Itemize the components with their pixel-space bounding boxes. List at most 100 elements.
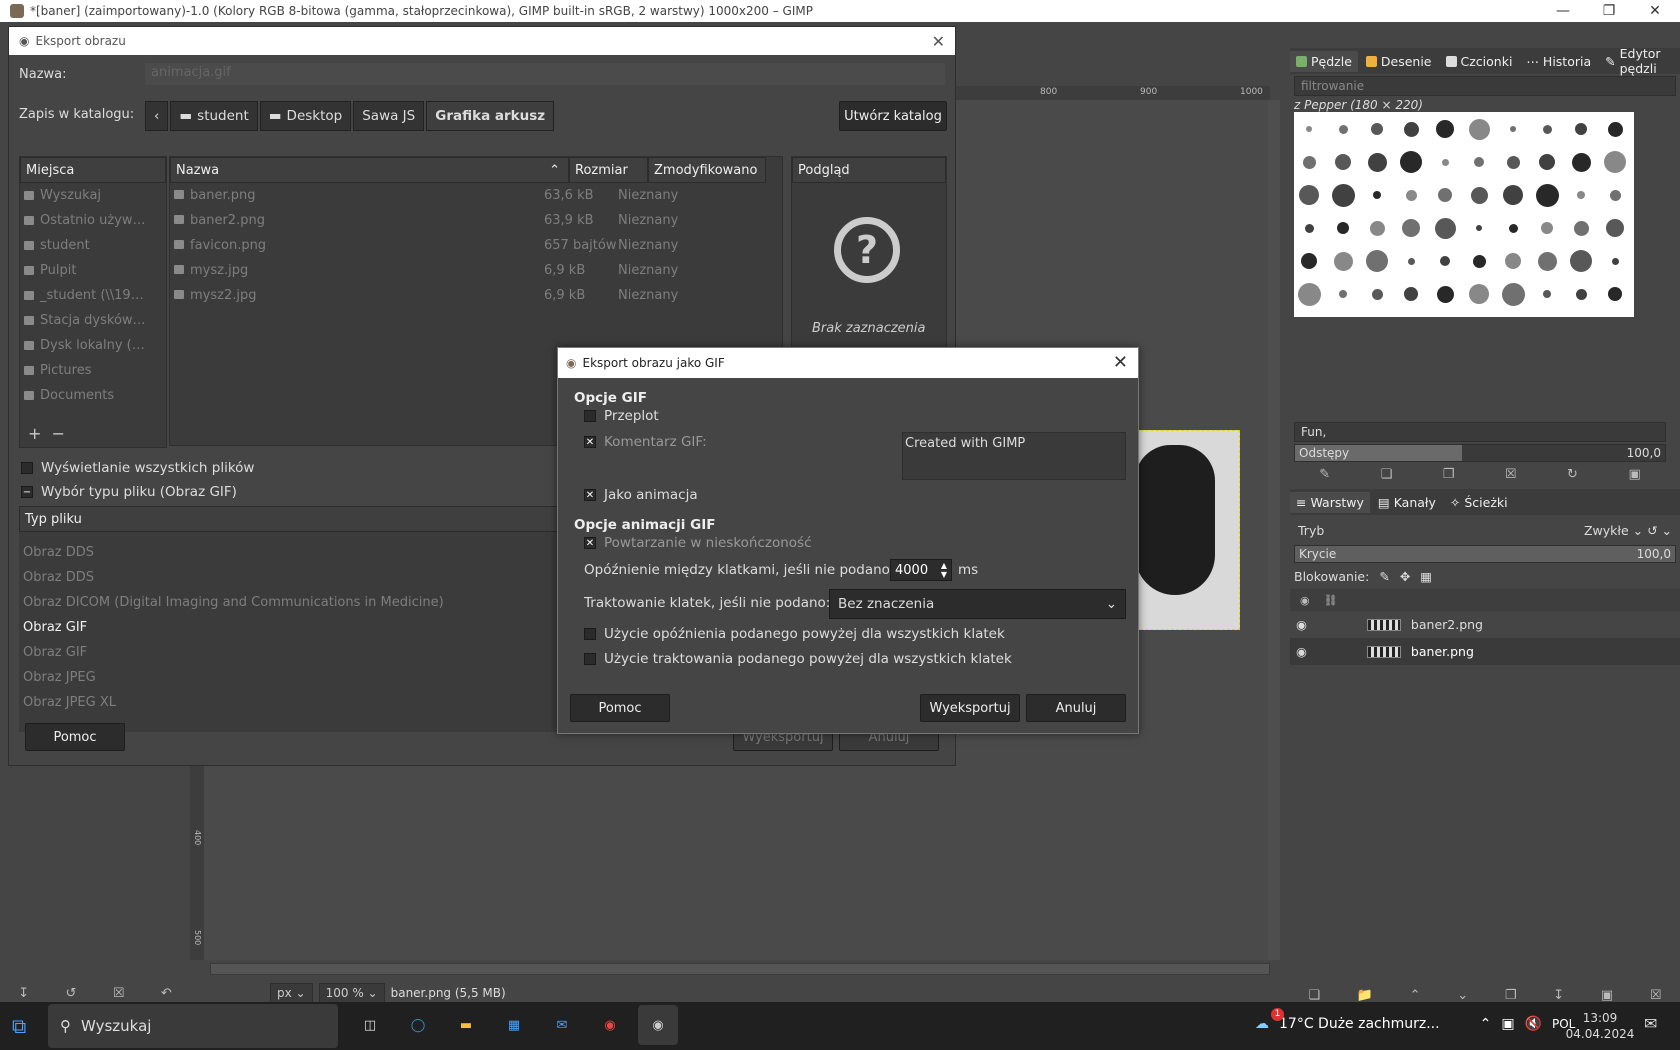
file-explorer-icon[interactable]: ▬ <box>446 1005 486 1045</box>
mode-select[interactable]: Zwykłe ⌄ ↺ ⌄ <box>1584 523 1672 538</box>
lower-layer-icon[interactable]: ⌄ <box>1457 988 1468 1003</box>
duplicate-brush-icon[interactable]: ❐ <box>1443 467 1455 482</box>
brush-swatch[interactable] <box>1532 213 1562 243</box>
brush-swatch[interactable] <box>1532 246 1562 276</box>
edge-icon[interactable]: ◯ <box>398 1005 438 1045</box>
brush-swatch[interactable] <box>1294 246 1324 276</box>
remove-place-icon[interactable]: − <box>52 424 65 443</box>
brush-swatch[interactable] <box>1396 246 1426 276</box>
brush-swatch[interactable] <box>1566 246 1596 276</box>
brush-swatch[interactable] <box>1294 180 1324 210</box>
crumb-sawa[interactable]: Sawa JS <box>353 101 425 131</box>
brush-filter-input[interactable]: filtrowanie <box>1294 76 1676 96</box>
network-icon[interactable]: ▣ <box>1501 1016 1514 1032</box>
reset-icon[interactable]: ↶ <box>161 986 172 1001</box>
brush-swatch[interactable] <box>1566 180 1596 210</box>
delete-icon[interactable]: ☒ <box>113 986 125 1001</box>
brush-swatch[interactable] <box>1600 180 1630 210</box>
file-row[interactable]: mysz2.jpg 6,9 kB Nieznany <box>170 283 782 308</box>
chevron-up-icon[interactable]: ⌃ <box>1480 1016 1492 1032</box>
brush-swatch[interactable] <box>1464 147 1494 177</box>
place-item[interactable]: Stacja dysków… <box>20 308 166 333</box>
file-row[interactable]: baner2.png 63,9 kB Nieznany <box>170 208 782 233</box>
save-tool-preset-icon[interactable]: ↧ <box>18 986 29 1001</box>
place-item[interactable]: Dysk lokalny (… <box>20 333 166 358</box>
brush-swatch[interactable] <box>1294 147 1324 177</box>
brush-swatch[interactable] <box>1600 279 1630 309</box>
brush-swatch[interactable] <box>1566 213 1596 243</box>
brush-swatch[interactable] <box>1396 279 1426 309</box>
file-type-item[interactable]: Obraz DICOM (Digital Imaging and Communi… <box>19 590 559 615</box>
column-size[interactable]: Rozmiar <box>569 157 648 183</box>
file-type-item[interactable]: Obraz GIF <box>19 640 559 665</box>
brush-swatch[interactable] <box>1532 147 1562 177</box>
brush-swatch[interactable] <box>1328 114 1358 144</box>
brush-swatch[interactable] <box>1464 246 1494 276</box>
tab-layers[interactable]: ≡ Warstwy <box>1290 491 1370 513</box>
opacity-slider[interactable]: Krycie 100,0 <box>1294 545 1676 563</box>
lock-position-icon[interactable]: ✥ <box>1400 569 1410 584</box>
restore-icon[interactable]: ↺ <box>66 986 77 1001</box>
taskbar-search[interactable]: ⚲ Wyszukaj <box>48 1004 338 1048</box>
new-group-icon[interactable]: 📁 <box>1357 988 1373 1003</box>
brush-swatch[interactable] <box>1430 246 1460 276</box>
brush-swatch[interactable] <box>1532 114 1562 144</box>
brush-swatch[interactable] <box>1294 213 1324 243</box>
file-row[interactable]: favicon.png 657 bajtów Nieznany <box>170 233 782 258</box>
brush-swatch[interactable] <box>1464 213 1494 243</box>
lock-alpha-icon[interactable]: ▦ <box>1420 569 1432 584</box>
show-all-files-checkbox[interactable]: Wyświetlanie wszystkich plików <box>21 460 254 476</box>
duplicate-layer-icon[interactable]: ❐ <box>1505 988 1517 1003</box>
help-button[interactable]: Pomoc <box>25 723 125 751</box>
brush-swatch[interactable] <box>1566 279 1596 309</box>
minimize-button[interactable]: — <box>1540 0 1586 22</box>
brush-swatch[interactable] <box>1362 213 1392 243</box>
vertical-ruler[interactable]: 400 500 <box>190 760 204 960</box>
brush-swatch[interactable] <box>1430 180 1460 210</box>
layer-row[interactable]: ◉ baner2.png <box>1290 611 1680 638</box>
brush-swatch[interactable] <box>1498 147 1528 177</box>
use-disposal-all-checkbox[interactable]: Użycie traktowania podanego powyżej dla … <box>584 651 1012 667</box>
tab-channels[interactable]: ▤ Kanały <box>1372 492 1442 513</box>
filename-input[interactable]: animacja.gif <box>145 63 945 85</box>
mask-icon[interactable]: ▣ <box>1601 988 1613 1003</box>
tab-paths[interactable]: ✧ Ścieżki <box>1444 492 1514 513</box>
brush-swatch[interactable] <box>1600 213 1630 243</box>
comment-textarea[interactable]: Created with GIMP <box>902 432 1126 480</box>
file-type-toggle[interactable]: − Wybór typu pliku (Obraz GIF) <box>21 484 237 500</box>
comment-checkbox[interactable]: ✕ Komentarz GIF: <box>584 434 707 450</box>
brush-swatch[interactable] <box>1464 279 1494 309</box>
file-type-item[interactable]: Obraz GIF <box>19 615 559 640</box>
delete-layer-icon[interactable]: ☒ <box>1650 988 1662 1003</box>
new-layer-icon[interactable]: ❏ <box>1308 988 1320 1003</box>
as-animation-checkbox[interactable]: ✕ Jako animacja <box>584 487 698 503</box>
brush-spacing-slider[interactable]: Odstępy 100,0 <box>1294 444 1666 462</box>
zoom-select[interactable]: 100 % ⌄ <box>318 983 385 1003</box>
unit-select[interactable]: px ⌄ <box>270 983 313 1003</box>
brush-swatch[interactable] <box>1362 246 1392 276</box>
merge-down-icon[interactable]: ↧ <box>1553 988 1564 1003</box>
brush-swatch[interactable] <box>1566 147 1596 177</box>
file-type-item[interactable]: Obraz DDS <box>19 565 559 590</box>
brush-swatch[interactable] <box>1396 213 1426 243</box>
layer-row[interactable]: ◉ baner.png <box>1290 638 1680 665</box>
horizontal-scrollbar[interactable] <box>210 963 1270 975</box>
brush-swatch[interactable] <box>1600 147 1630 177</box>
brush-swatch[interactable] <box>1566 114 1596 144</box>
brush-swatch[interactable] <box>1328 180 1358 210</box>
use-delay-all-checkbox[interactable]: Użycie opóźnienia podanego powyżej dla w… <box>584 626 1005 642</box>
tab-fonts[interactable]: Czcionki <box>1440 51 1519 72</box>
brush-swatch[interactable] <box>1328 147 1358 177</box>
brush-swatch[interactable] <box>1430 147 1460 177</box>
brush-swatch[interactable] <box>1396 114 1426 144</box>
brush-swatch[interactable] <box>1498 114 1528 144</box>
gif-cancel-button[interactable]: Anuluj <box>1026 694 1126 722</box>
place-item[interactable]: Wyszukaj <box>20 183 166 208</box>
crumb-desktop[interactable]: ▬ Desktop <box>259 101 352 131</box>
weather-label[interactable]: 17°C Duże zachmurz... <box>1279 1016 1440 1032</box>
brush-swatch[interactable] <box>1430 213 1460 243</box>
gif-export-button[interactable]: Wyeksportuj <box>920 694 1020 722</box>
task-view-icon[interactable]: ◫ <box>350 1005 390 1045</box>
brush-swatch[interactable] <box>1294 279 1324 309</box>
eye-icon[interactable]: ◉ <box>1296 617 1307 632</box>
